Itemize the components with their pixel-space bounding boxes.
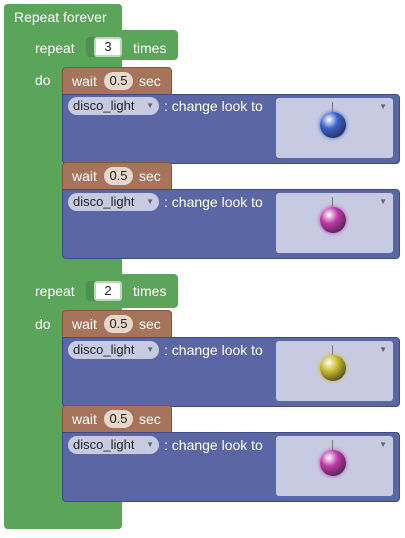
sprite-dropdown[interactable]: disco_light ▼ xyxy=(68,341,159,359)
look-picker[interactable]: ▼ xyxy=(276,341,393,401)
dropdown-arrow-icon: ▼ xyxy=(379,440,387,449)
ball-string xyxy=(332,345,333,355)
repeat-count-field[interactable]: 2 xyxy=(94,281,122,301)
dropdown-arrow-icon: ▼ xyxy=(146,101,154,110)
wait-seconds-field[interactable]: 0.5 xyxy=(104,72,133,90)
wait-seconds-field[interactable]: 0.5 xyxy=(104,410,133,428)
look-picker[interactable]: ▼ xyxy=(276,436,393,496)
dropdown-arrow-icon: ▼ xyxy=(379,345,387,354)
sec-label: sec xyxy=(139,73,161,89)
times-label: times xyxy=(133,283,167,299)
sprite-dropdown-label: disco_light xyxy=(73,98,135,113)
ball-string xyxy=(332,440,333,450)
wait-label: wait xyxy=(72,73,97,89)
wait-seconds-field[interactable]: 0.5 xyxy=(104,315,133,333)
repeat-loop-body-arm xyxy=(24,60,62,265)
wait-seconds-field[interactable]: 0.5 xyxy=(104,167,133,185)
sprite-dropdown-label: disco_light xyxy=(73,437,135,452)
dropdown-arrow-icon: ▼ xyxy=(379,102,387,111)
look-picker[interactable]: ▼ xyxy=(276,193,393,253)
disco-ball-icon xyxy=(320,207,346,233)
repeat-forever-footer xyxy=(4,518,122,529)
dropdown-arrow-icon: ▼ xyxy=(379,197,387,206)
sprite-dropdown[interactable]: disco_light ▼ xyxy=(68,436,159,454)
dropdown-arrow-icon: ▼ xyxy=(146,345,154,354)
sprite-dropdown-label: disco_light xyxy=(73,342,135,357)
change-look-label: : change look to xyxy=(164,342,263,358)
sprite-dropdown[interactable]: disco_light ▼ xyxy=(68,193,159,211)
repeat-count-field[interactable]: 3 xyxy=(94,37,122,57)
sprite-dropdown-label: disco_light xyxy=(73,194,135,209)
dropdown-arrow-icon: ▼ xyxy=(146,197,154,206)
do-label: do xyxy=(35,316,51,332)
disco-ball-icon xyxy=(320,450,346,476)
repeat-loop-footer xyxy=(24,260,94,272)
repeat-loop-footer xyxy=(24,504,94,517)
repeat-label: repeat xyxy=(35,40,75,56)
look-picker[interactable]: ▼ xyxy=(276,98,393,158)
repeat-label: repeat xyxy=(35,283,75,299)
ball-string xyxy=(332,102,333,112)
sec-label: sec xyxy=(139,168,161,184)
wait-label: wait xyxy=(72,168,97,184)
sec-label: sec xyxy=(139,411,161,427)
change-look-label: : change look to xyxy=(164,194,263,210)
disco-ball-icon xyxy=(320,112,346,138)
times-label: times xyxy=(133,40,167,56)
disco-ball-icon xyxy=(320,355,346,381)
change-look-label: : change look to xyxy=(164,437,263,453)
repeat-forever-label: Repeat forever xyxy=(14,9,107,25)
ball-string xyxy=(332,197,333,207)
sprite-dropdown[interactable]: disco_light ▼ xyxy=(68,97,159,115)
change-look-label: : change look to xyxy=(164,98,263,114)
dropdown-arrow-icon: ▼ xyxy=(146,440,154,449)
repeat-loop-body-arm xyxy=(24,306,62,512)
sec-label: sec xyxy=(139,316,161,332)
do-label: do xyxy=(35,72,51,88)
wait-label: wait xyxy=(72,316,97,332)
wait-label: wait xyxy=(72,411,97,427)
